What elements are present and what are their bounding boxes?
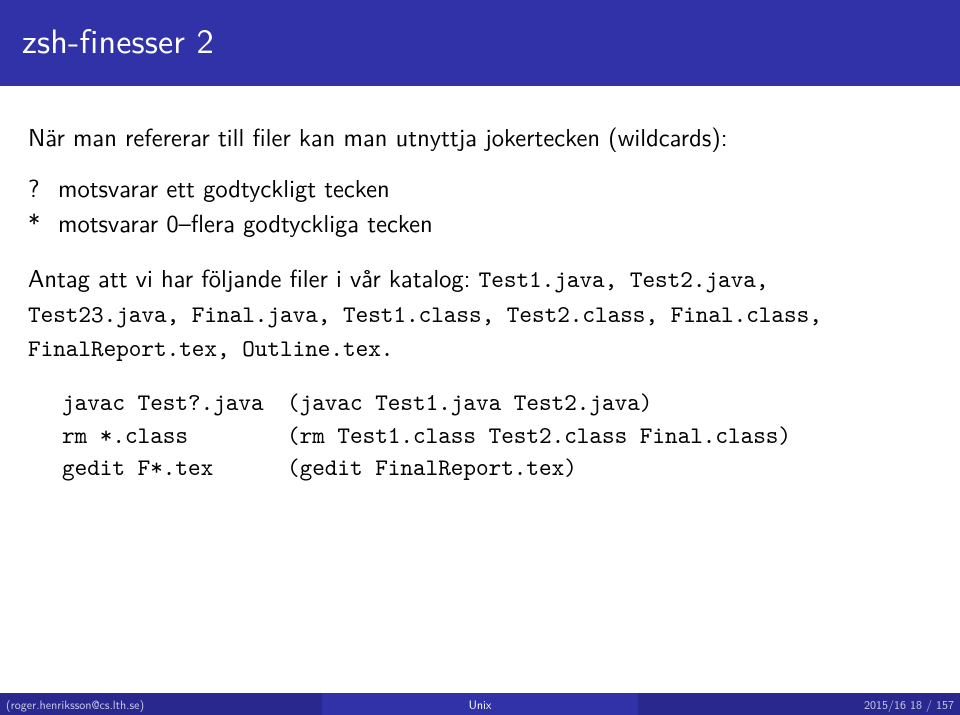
command-row: gedit F*.tex (gedit FinalReport.tex) [62,451,932,483]
slide-content: När man refererar till filer kan man utn… [0,86,960,484]
command-input: javac Test?.java [62,386,287,418]
def-symbol: * [28,206,58,239]
def-description: motsvarar ett godtyckligt tecken [58,171,932,204]
wildcard-definitions: ? motsvarar ett godtyckligt tecken * mot… [28,171,932,239]
slide: zsh-finesser 2 När man refererar till fi… [0,0,960,715]
title-bar: zsh-finesser 2 [0,0,960,86]
def-question-mark: ? motsvarar ett godtyckligt tecken [28,171,932,204]
command-expansion: (gedit FinalReport.tex) [287,451,932,483]
intro-text: När man refererar till filer kan man utn… [28,120,932,153]
def-description: motsvarar 0–flera godtyckliga tecken [58,206,932,239]
command-examples: javac Test?.java (javac Test1.java Test2… [62,386,932,483]
footer-page: 2015/16 18 / 157 [638,693,960,715]
footer-title: Unix [322,693,638,715]
slide-title: zsh-finesser 2 [22,14,938,64]
command-row: rm *.class (rm Test1.class Test2.class F… [62,419,932,451]
command-expansion: (javac Test1.java Test2.java) [287,386,932,418]
command-input: gedit F*.tex [62,451,287,483]
files-paragraph: Antag att vi har följande filer i vår ka… [28,261,932,364]
def-asterisk: * motsvarar 0–flera godtyckliga tecken [28,206,932,239]
command-input: rm *.class [62,419,287,451]
command-row: javac Test?.java (javac Test1.java Test2… [62,386,932,418]
command-expansion: (rm Test1.class Test2.class Final.class) [287,419,932,451]
def-symbol: ? [28,171,58,204]
files-prefix: Antag att vi har följande filer i vår ka… [28,259,479,295]
footer-author: (roger.henriksson@cs.lth.se) [0,693,322,715]
footer-bar: (roger.henriksson@cs.lth.se) Unix 2015/1… [0,693,960,715]
